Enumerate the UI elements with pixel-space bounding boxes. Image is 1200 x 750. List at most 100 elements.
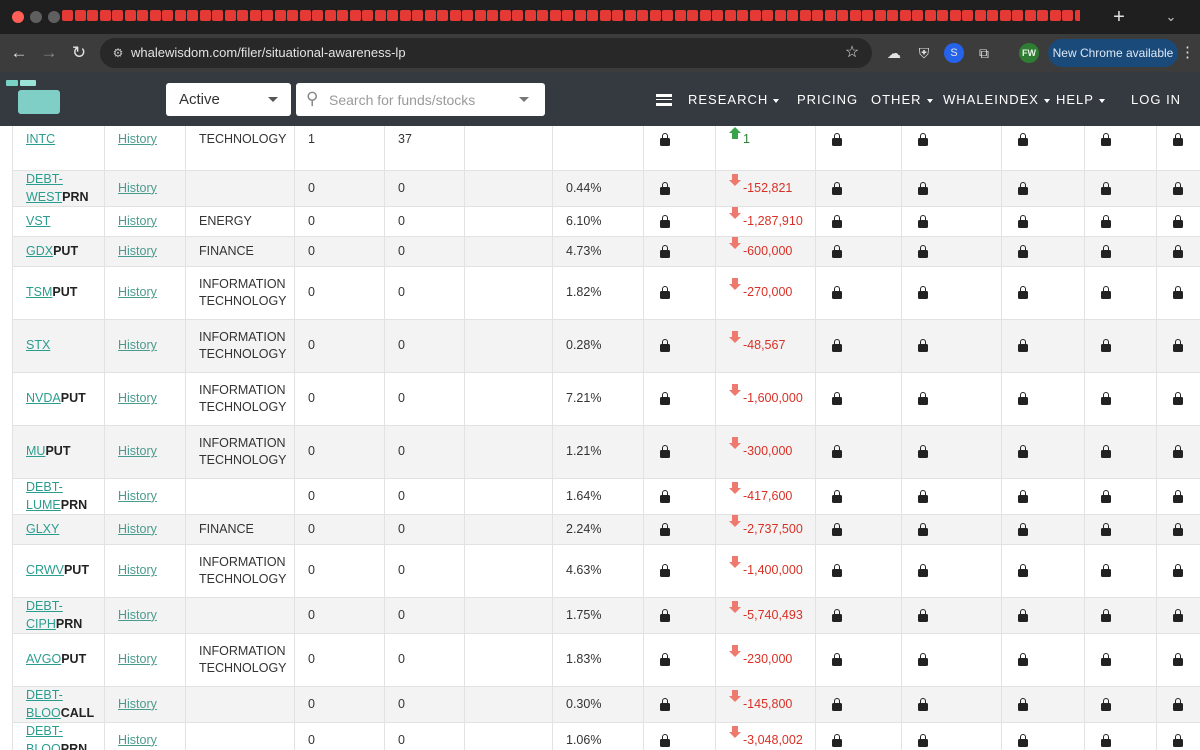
shield-extension-icon[interactable]: ⛨ bbox=[914, 43, 934, 63]
pinned-tab-favicon-icon[interactable] bbox=[599, 10, 611, 21]
pinned-tab-favicon-icon[interactable] bbox=[637, 10, 648, 21]
history-link[interactable]: History bbox=[118, 391, 157, 405]
pinned-tab-favicon-icon[interactable] bbox=[537, 10, 548, 21]
pinned-tab-favicon-icon[interactable] bbox=[687, 10, 698, 21]
pinned-tab-favicon-icon[interactable] bbox=[824, 10, 836, 21]
pinned-tab-favicon-icon[interactable] bbox=[362, 10, 373, 21]
nav-pricing[interactable]: PRICING bbox=[797, 72, 858, 126]
site-info-icon[interactable]: ⚙ bbox=[108, 43, 128, 63]
pinned-tab-favicon-icon[interactable] bbox=[137, 10, 148, 21]
pinned-tab-favicon-icon[interactable] bbox=[624, 10, 636, 21]
pinned-tab-favicon-icon[interactable] bbox=[649, 10, 661, 21]
pinned-tab-favicon-icon[interactable] bbox=[549, 10, 561, 21]
pinned-tab-favicon-icon[interactable] bbox=[499, 10, 511, 21]
pinned-tab-favicon-icon[interactable] bbox=[524, 10, 536, 21]
nav-research[interactable]: RESEARCH bbox=[688, 72, 779, 126]
symbol-link[interactable]: DEBT-BLOO bbox=[26, 688, 63, 720]
tab-search-chevron-icon[interactable]: ⌄ bbox=[1160, 6, 1182, 28]
pinned-tab-favicon-icon[interactable] bbox=[174, 10, 186, 21]
pinned-tab-favicon-icon[interactable] bbox=[974, 10, 986, 21]
blue-extension-icon[interactable]: S bbox=[944, 43, 964, 63]
symbol-link[interactable]: GLXY bbox=[26, 522, 59, 536]
pinned-tab-favicon-icon[interactable] bbox=[249, 10, 261, 21]
pinned-tab-favicon-icon[interactable] bbox=[312, 10, 323, 21]
symbol-link[interactable]: CRWV bbox=[26, 563, 64, 577]
chevron-down-icon[interactable] bbox=[519, 97, 529, 102]
pinned-tab-favicon-icon[interactable] bbox=[574, 10, 586, 21]
symbol-link[interactable]: DEBT-WEST bbox=[26, 172, 63, 204]
hamburger-menu-icon[interactable] bbox=[656, 94, 672, 106]
address-bar[interactable]: ⚙ whalewisdom.com/filer/situational-awar… bbox=[100, 38, 872, 68]
pinned-tab-favicon-icon[interactable] bbox=[1062, 10, 1073, 21]
pinned-tab-favicon-icon[interactable] bbox=[99, 10, 111, 21]
pinned-tab-favicon-icon[interactable] bbox=[799, 10, 811, 21]
symbol-link[interactable]: INTC bbox=[26, 132, 55, 146]
close-window-button[interactable] bbox=[12, 11, 24, 23]
pinned-tab-favicon-icon[interactable] bbox=[349, 10, 361, 21]
pinned-tab-favicon-icon[interactable] bbox=[512, 10, 523, 21]
pinned-tab-favicon-icon[interactable] bbox=[224, 10, 236, 21]
chrome-update-button[interactable]: New Chrome available bbox=[1048, 39, 1178, 67]
symbol-link[interactable]: NVDA bbox=[26, 391, 61, 405]
back-arrow-icon[interactable]: ← bbox=[6, 40, 32, 66]
nav-login[interactable]: LOG IN bbox=[1131, 72, 1181, 126]
symbol-link[interactable]: AVGO bbox=[26, 652, 61, 666]
pinned-tab-favicon-icon[interactable] bbox=[387, 10, 398, 21]
minimize-window-button[interactable] bbox=[30, 11, 42, 23]
profile-avatar[interactable]: FW bbox=[1019, 43, 1039, 63]
history-link[interactable]: History bbox=[118, 489, 157, 503]
pinned-tab-favicon-icon[interactable] bbox=[937, 10, 948, 21]
pinned-tab-favicon-icon[interactable] bbox=[412, 10, 423, 21]
pinned-tab-favicon-icon[interactable] bbox=[399, 10, 411, 21]
pinned-tab-favicon-icon[interactable] bbox=[1074, 10, 1080, 21]
pinned-tab-favicon-icon[interactable] bbox=[287, 10, 298, 21]
pinned-tab-favicon-icon[interactable] bbox=[162, 10, 173, 21]
zoom-window-button[interactable] bbox=[48, 11, 60, 23]
pinned-tab-favicon-icon[interactable] bbox=[112, 10, 123, 21]
pinned-tab-favicon-icon[interactable] bbox=[62, 10, 73, 21]
history-link[interactable]: History bbox=[118, 652, 157, 666]
pinned-tab-favicon-icon[interactable] bbox=[662, 10, 673, 21]
pinned-tab-favicon-icon[interactable] bbox=[912, 10, 923, 21]
pinned-tab-favicon-icon[interactable] bbox=[124, 10, 136, 21]
pinned-tab-favicon-icon[interactable] bbox=[1037, 10, 1048, 21]
history-link[interactable]: History bbox=[118, 132, 157, 146]
pinned-tab-favicon-icon[interactable] bbox=[424, 10, 436, 21]
bookmark-star-icon[interactable]: ☆ bbox=[842, 43, 862, 63]
pinned-tab-favicon-icon[interactable] bbox=[149, 10, 161, 21]
symbol-link[interactable]: DEBT-BLOO bbox=[26, 724, 63, 750]
history-link[interactable]: History bbox=[118, 338, 157, 352]
symbol-link[interactable]: STX bbox=[26, 338, 50, 352]
pinned-tab-favicon-icon[interactable] bbox=[774, 10, 786, 21]
pinned-tab-favicon-icon[interactable] bbox=[587, 10, 598, 21]
puzzle-extensions-icon[interactable]: ⧉ bbox=[974, 43, 994, 63]
pinned-tab-favicon-icon[interactable] bbox=[1049, 10, 1061, 21]
symbol-link[interactable]: TSM bbox=[26, 285, 52, 299]
reload-icon[interactable]: ↻ bbox=[66, 40, 92, 66]
pinned-tab-favicon-icon[interactable] bbox=[962, 10, 973, 21]
search-input[interactable] bbox=[329, 89, 509, 110]
pinned-tab-favicon-icon[interactable] bbox=[562, 10, 573, 21]
pinned-tabs-row[interactable] bbox=[62, 10, 1080, 24]
url-text[interactable]: whalewisdom.com/filer/situational-awaren… bbox=[131, 38, 406, 68]
history-link[interactable]: History bbox=[118, 214, 157, 228]
symbol-link[interactable]: MU bbox=[26, 444, 45, 458]
pinned-tab-favicon-icon[interactable] bbox=[87, 10, 98, 21]
pinned-tab-favicon-icon[interactable] bbox=[899, 10, 911, 21]
history-link[interactable]: History bbox=[118, 733, 157, 747]
history-link[interactable]: History bbox=[118, 522, 157, 536]
pinned-tab-favicon-icon[interactable] bbox=[924, 10, 936, 21]
pinned-tab-favicon-icon[interactable] bbox=[324, 10, 336, 21]
pinned-tab-favicon-icon[interactable] bbox=[337, 10, 348, 21]
nav-help[interactable]: HELP bbox=[1056, 72, 1105, 126]
pinned-tab-favicon-icon[interactable] bbox=[437, 10, 448, 21]
history-link[interactable]: History bbox=[118, 563, 157, 577]
pinned-tab-favicon-icon[interactable] bbox=[299, 10, 311, 21]
symbol-link[interactable]: DEBT-LUME bbox=[26, 480, 63, 512]
pinned-tab-favicon-icon[interactable] bbox=[812, 10, 823, 21]
pinned-tab-favicon-icon[interactable] bbox=[487, 10, 498, 21]
more-menu-icon[interactable]: ⋮ bbox=[1180, 43, 1195, 63]
nav-whaleindex[interactable]: WHALEINDEX bbox=[943, 72, 1050, 126]
pinned-tab-favicon-icon[interactable] bbox=[787, 10, 798, 21]
pinned-tab-favicon-icon[interactable] bbox=[1024, 10, 1036, 21]
